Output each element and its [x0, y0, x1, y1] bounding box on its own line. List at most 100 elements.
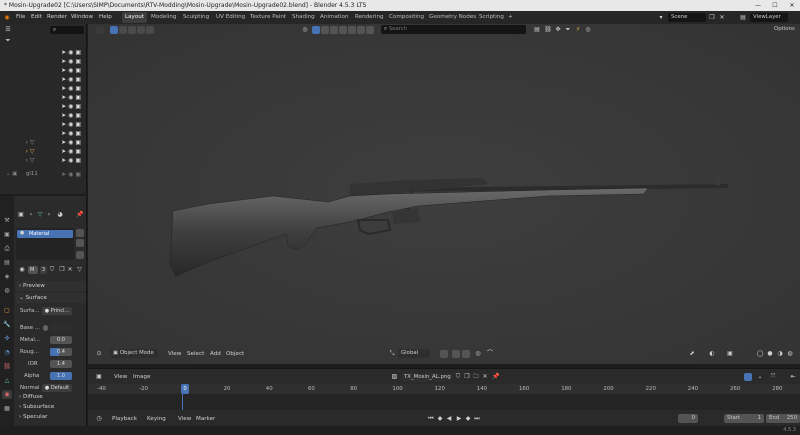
transform-orientation-dropdown[interactable]: Global [398, 349, 430, 358]
object-mode-dropdown[interactable]: ▣ Object Mode [110, 349, 158, 358]
tab-modeling[interactable]: Modeling [148, 12, 179, 23]
menu-help[interactable]: Help [99, 11, 112, 24]
tab-rendering[interactable]: Rendering [352, 12, 387, 23]
jump-prev-keyframe-icon[interactable]: ◆ [436, 414, 444, 423]
fake-user-shield-icon[interactable]: ⛉ [48, 265, 56, 274]
tab-sculpting[interactable]: Sculpting [180, 12, 212, 23]
object-types-visibility-icon[interactable]: ◎ [301, 25, 309, 34]
editor-type-icon-timeline[interactable]: ◷ [94, 414, 104, 423]
surface-shader-field[interactable]: ● Princi... [42, 307, 72, 315]
material-users-count[interactable]: 3 [40, 266, 47, 274]
show-gizmo-icon[interactable] [312, 26, 320, 34]
end-frame-field[interactable]: End 250 [766, 414, 800, 423]
surface-section-header[interactable]: ⌄ Surface [16, 293, 86, 303]
image-name-field[interactable]: TX_Mosin_AL.png [401, 373, 453, 382]
outliner-row[interactable]: ➤◉▣ › ▽ [0, 138, 87, 147]
outliner-row-toggles[interactable]: ➤◉▣ [61, 147, 83, 156]
start-frame-field[interactable]: Start 1 [724, 414, 764, 423]
viewport-gizmo-toggle-icon[interactable]: ⬈ [688, 349, 696, 358]
specular-subsection[interactable]: › Specular [16, 412, 86, 422]
view-layer-tab-icon[interactable]: ▤ [2, 258, 12, 267]
timeline-menu-keying[interactable]: Keying [147, 413, 166, 425]
outliner-row-toggles[interactable]: ➤◉▣ [61, 84, 83, 93]
close-scene-icon[interactable]: ✕ [718, 13, 726, 22]
outliner-row-toggles[interactable]: ➤◉▣ [61, 93, 83, 102]
shading-material-icon[interactable] [357, 26, 365, 34]
scene-selector[interactable]: Scene [668, 13, 706, 22]
tab-texture-paint[interactable]: Texture Paint [247, 12, 289, 23]
close-button[interactable]: ✕ [784, 0, 800, 11]
expand-chevron-icon[interactable]: › ▽ [20, 147, 40, 156]
show-overlays-icon[interactable] [321, 26, 329, 34]
play-icon[interactable]: ▶ [455, 414, 463, 423]
proportional-editing-icon[interactable]: ◎ [474, 349, 482, 358]
current-frame-field[interactable]: 0 [678, 414, 698, 423]
constraints-tab-icon[interactable]: ⛓ [2, 362, 12, 371]
shading-rendered-icon[interactable] [366, 26, 374, 34]
alpha-field[interactable]: 1.0 [50, 372, 72, 380]
layer-icon[interactable]: ▤ [533, 25, 541, 34]
tab-uv-editing[interactable]: UV Editing [213, 12, 248, 23]
outliner-row[interactable]: ➤◉▣ › ▽ [0, 156, 87, 165]
solid-shading-icon[interactable]: ● [766, 349, 774, 358]
material-name-field[interactable]: M [28, 266, 38, 274]
auto-keying-icon[interactable] [744, 373, 752, 381]
viewport-menu-add[interactable]: Add [210, 348, 221, 360]
pin-icon[interactable]: 📌 [76, 210, 84, 219]
playhead-frame-indicator[interactable]: 0 [181, 384, 189, 394]
minimize-button[interactable]: — [750, 0, 766, 11]
outliner-row-toggles[interactable]: ➤◉▣ [61, 170, 83, 179]
outliner-row-toggles[interactable]: ➤◉▣ [61, 66, 83, 75]
tab-animation[interactable]: Animation [317, 12, 352, 23]
menu-render[interactable]: Render [47, 11, 67, 24]
menu-file[interactable]: File [16, 11, 25, 24]
menu-edit[interactable]: Edit [31, 11, 42, 24]
snapping-target-icon[interactable] [462, 350, 470, 358]
select-invert-icon[interactable] [137, 26, 145, 34]
world-tab-icon[interactable]: ◍ [2, 286, 12, 295]
outliner-row-toggles[interactable]: ➤◉▣ [61, 156, 83, 165]
material-preview-icon[interactable]: ◑ [776, 349, 784, 358]
link-socket-icon[interactable] [43, 325, 48, 331]
xray-toggle-icon[interactable]: ▣ [726, 349, 734, 358]
sidebar-toggle-icon[interactable]: ⇤ [788, 372, 798, 381]
outliner-row-toggles[interactable]: ➤◉▣ [61, 57, 83, 66]
outliner-row[interactable]: ➤◉▣ [0, 84, 87, 93]
timeline-ruler[interactable]: -40 -20 0 20 40 60 80 100 120 140 160 180 200 220 240 2… [88, 384, 800, 394]
particles-tab-icon[interactable]: ✣ [2, 334, 12, 343]
proportional-edit-icon[interactable]: ◎ [584, 25, 592, 34]
expand-chevron-icon[interactable]: › ▽ [20, 138, 40, 147]
modifier-tab-icon[interactable]: 🔧 [2, 320, 12, 329]
select-intersect-icon[interactable] [146, 26, 154, 34]
viewport-search-input[interactable]: ⌕ Search [381, 25, 526, 34]
outliner-row[interactable]: ➤◉▣ [0, 129, 87, 138]
view-layer-icon[interactable]: ▤ [738, 13, 748, 22]
new-image-icon[interactable]: ❐ [463, 372, 471, 381]
outliner-row-toggles[interactable]: ➤◉▣ [61, 48, 83, 57]
object-tab-icon[interactable]: ▢ [2, 306, 12, 315]
snapping-toggle-icon[interactable] [452, 350, 460, 358]
preview-section-header[interactable]: › Preview [16, 281, 86, 291]
browse-material-icon[interactable]: ◉ [18, 265, 26, 274]
shading-solid-icon[interactable] [348, 26, 356, 34]
tab-layout[interactable]: Layout [122, 12, 148, 23]
xray-icon[interactable] [330, 26, 338, 34]
render-tab-icon[interactable]: ▣ [2, 230, 12, 239]
outliner-row[interactable]: ➤◉▣ [0, 93, 87, 102]
shading-wire-icon[interactable] [339, 26, 347, 34]
keyframe-type-icon[interactable]: ⌄ [756, 372, 764, 381]
viewport-menu-select[interactable]: Select [187, 348, 204, 360]
physics-tab-icon[interactable]: ◔ [2, 348, 12, 357]
viewport-menu-view[interactable]: View [168, 348, 181, 360]
editor-type-icon-footer[interactable]: ⊙ [94, 349, 104, 358]
select-extend-icon[interactable] [119, 26, 127, 34]
keying-set-icon[interactable]: ⤧ [768, 372, 778, 381]
falloff-icon[interactable]: ⌒ [486, 349, 494, 358]
outliner-row-toggles[interactable]: ➤◉▣ [61, 138, 83, 147]
tab-shading[interactable]: Shading [289, 12, 318, 23]
outliner-row[interactable]: ➤◉▣ › ▽ [0, 147, 87, 156]
fake-user-image-icon[interactable]: ⛉ [454, 372, 462, 381]
viewport-menu-object[interactable]: Object [226, 348, 244, 360]
duplicate-material-icon[interactable]: ❐ [58, 265, 66, 274]
timeline-track-area[interactable] [88, 394, 800, 410]
